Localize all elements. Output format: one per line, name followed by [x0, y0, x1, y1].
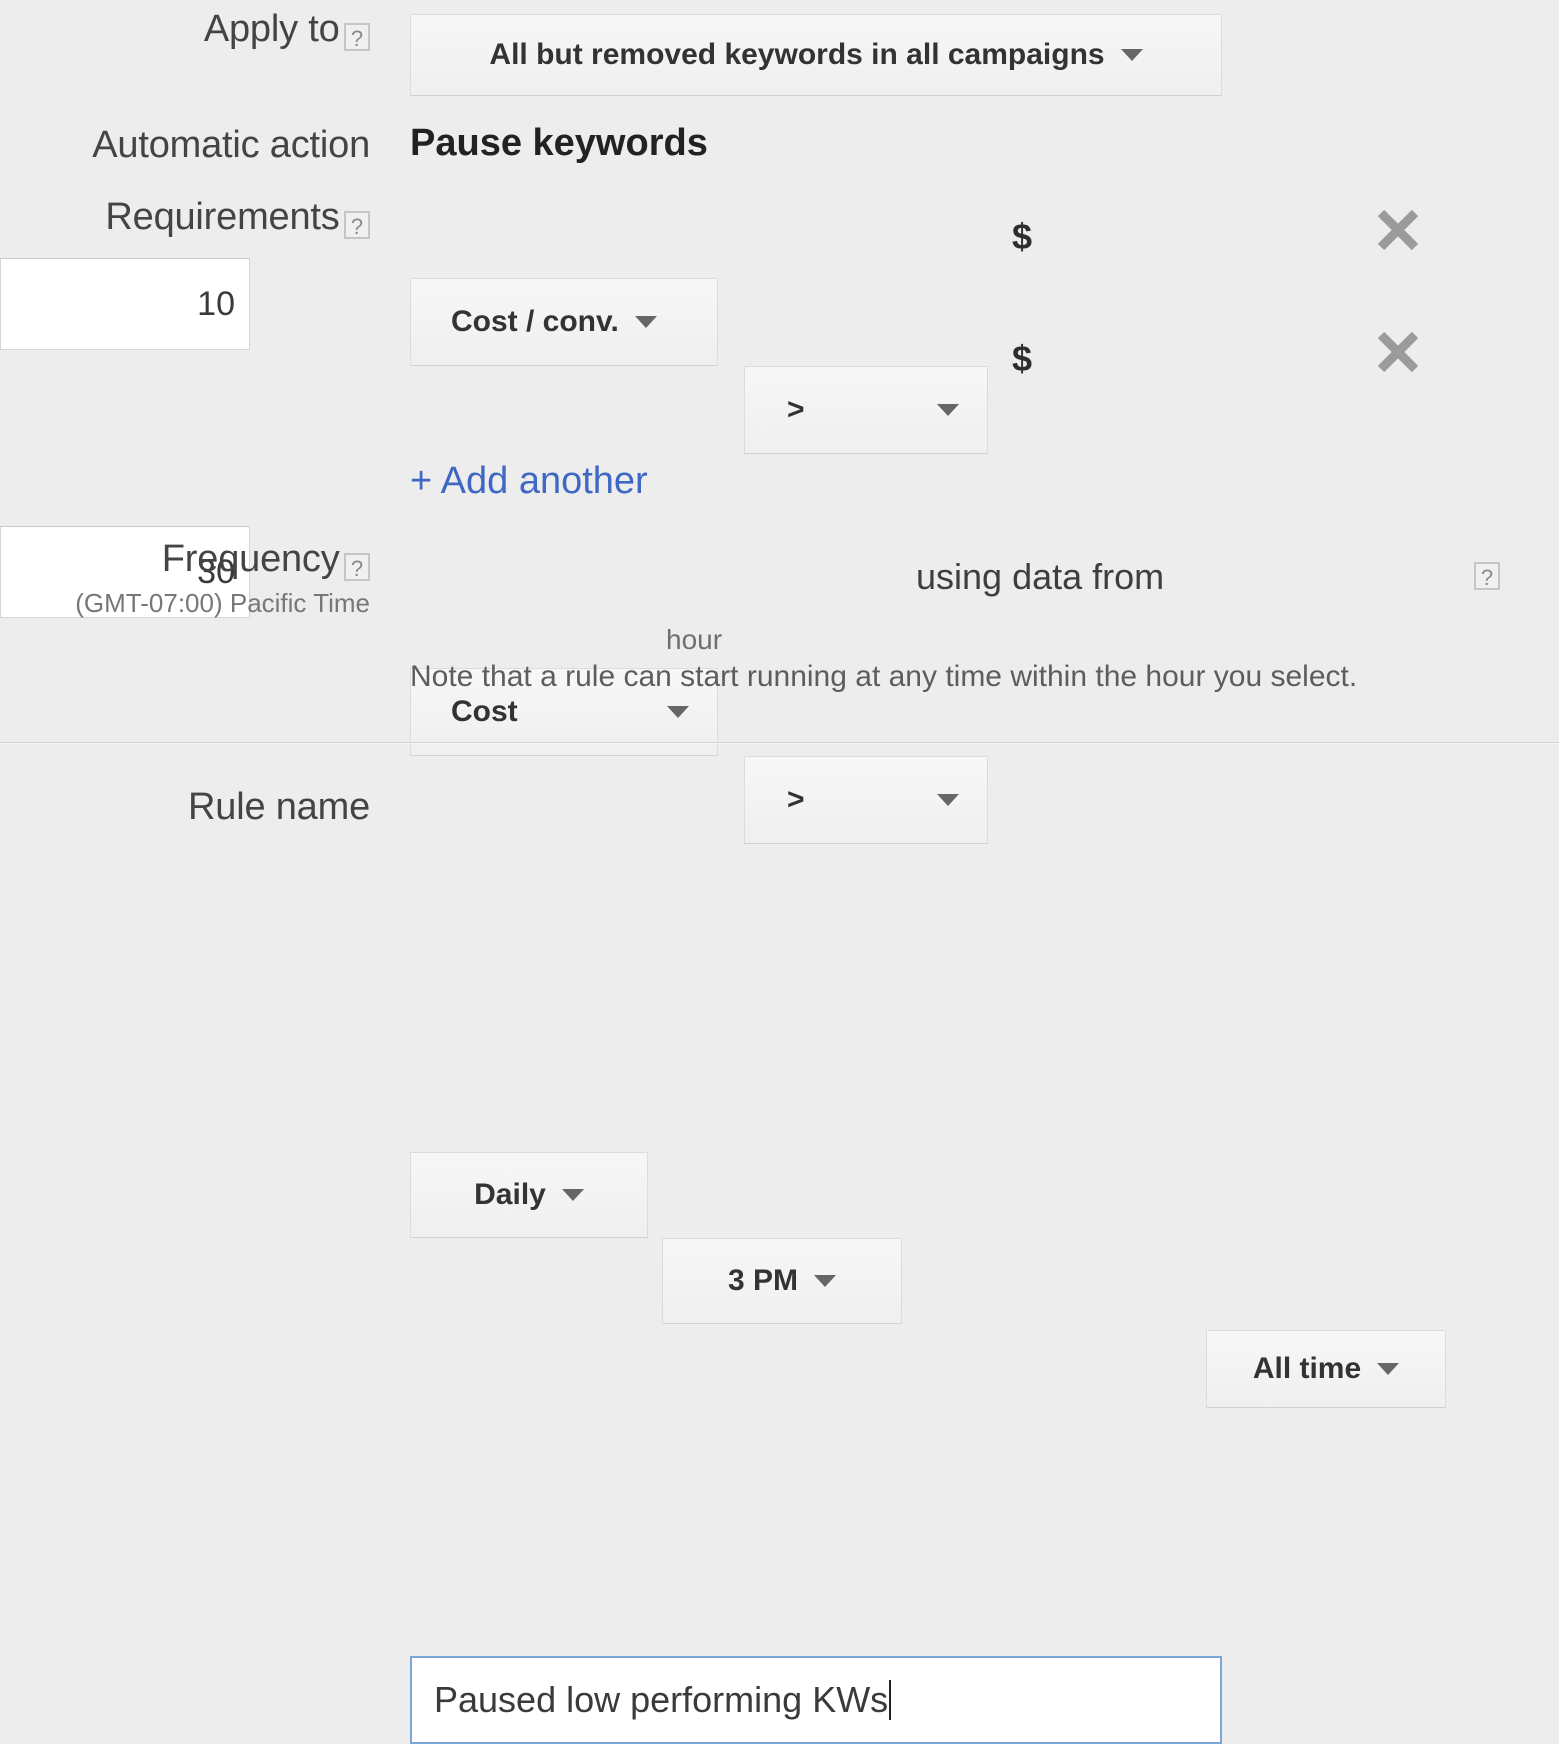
requirement-operator-value-1: >	[787, 393, 805, 426]
apply-to-label: Apply to	[203, 8, 340, 50]
requirements-help-icon[interactable]: ?	[344, 210, 370, 239]
apply-to-help-icon[interactable]: ?	[344, 22, 370, 51]
requirement-operator-dropdown-1[interactable]: >	[744, 366, 988, 454]
chevron-down-icon	[634, 316, 657, 328]
currency-symbol-2: $	[1012, 338, 1033, 379]
apply-to-dropdown-value: All but removed keywords in all campaign…	[489, 38, 1105, 71]
requirement-metric-value-1: Cost / conv.	[451, 305, 619, 338]
chevron-down-icon	[814, 1275, 837, 1287]
chevron-down-icon	[1377, 1363, 1400, 1375]
rule-name-input[interactable]: Paused low performing KWs	[410, 1656, 1222, 1744]
chevron-down-icon	[1120, 49, 1143, 61]
rule-name-input-value: Paused low performing KWs	[434, 1679, 889, 1720]
rule-name-label-group: Rule name	[188, 786, 370, 829]
using-data-from-label: using data from	[916, 556, 1165, 597]
frequency-hour-note: Note that a rule can start running at an…	[410, 660, 1358, 693]
automatic-action-value: Pause keywords	[410, 122, 708, 164]
requirement-operator-dropdown-2[interactable]: >	[744, 756, 988, 844]
chevron-down-icon	[937, 794, 959, 806]
remove-requirement-icon-1[interactable]	[1372, 204, 1424, 256]
rule-name-label: Rule name	[188, 786, 370, 828]
automatic-action-label: Automatic action	[92, 124, 370, 166]
chevron-down-icon	[667, 706, 689, 718]
data-range-value: All time	[1252, 1352, 1362, 1385]
text-cursor	[889, 1680, 892, 1720]
frequency-help-icon[interactable]: ?	[344, 552, 370, 581]
frequency-timezone-note: (GMT-07:00) Pacific Time	[75, 588, 370, 618]
requirement-metric-value-2: Cost	[451, 695, 518, 728]
frequency-hour-dropdown[interactable]: 3 PM	[662, 1238, 902, 1324]
apply-to-dropdown[interactable]: All but removed keywords in all campaign…	[410, 14, 1222, 96]
frequency-hour-sublabel: hour	[666, 624, 723, 655]
data-range-dropdown[interactable]: All time	[1206, 1330, 1446, 1408]
chevron-down-icon	[937, 404, 959, 416]
requirements-label-group: Requirements ?	[105, 196, 370, 239]
requirement-metric-dropdown-1[interactable]: Cost / conv.	[410, 278, 718, 366]
data-range-help-icon[interactable]: ?	[1474, 562, 1500, 590]
requirement-value-input-1[interactable]: 10	[0, 258, 250, 350]
automatic-action-label-group: Automatic action	[92, 124, 370, 167]
frequency-label: Frequency	[161, 538, 340, 580]
add-another-requirement-link[interactable]: + Add another	[410, 460, 648, 503]
frequency-hour-value: 3 PM	[727, 1264, 799, 1297]
requirements-label: Requirements	[105, 196, 340, 238]
chevron-down-icon	[561, 1189, 584, 1201]
section-divider	[0, 742, 1559, 743]
currency-symbol-1: $	[1012, 216, 1033, 257]
apply-to-label-group: Apply to ?	[204, 8, 370, 51]
frequency-label-group: Frequency ?	[162, 538, 370, 581]
remove-requirement-icon-2[interactable]	[1372, 326, 1424, 378]
frequency-interval-dropdown[interactable]: Daily	[410, 1152, 648, 1238]
frequency-interval-value: Daily	[474, 1178, 546, 1211]
requirement-operator-value-2: >	[787, 783, 805, 816]
